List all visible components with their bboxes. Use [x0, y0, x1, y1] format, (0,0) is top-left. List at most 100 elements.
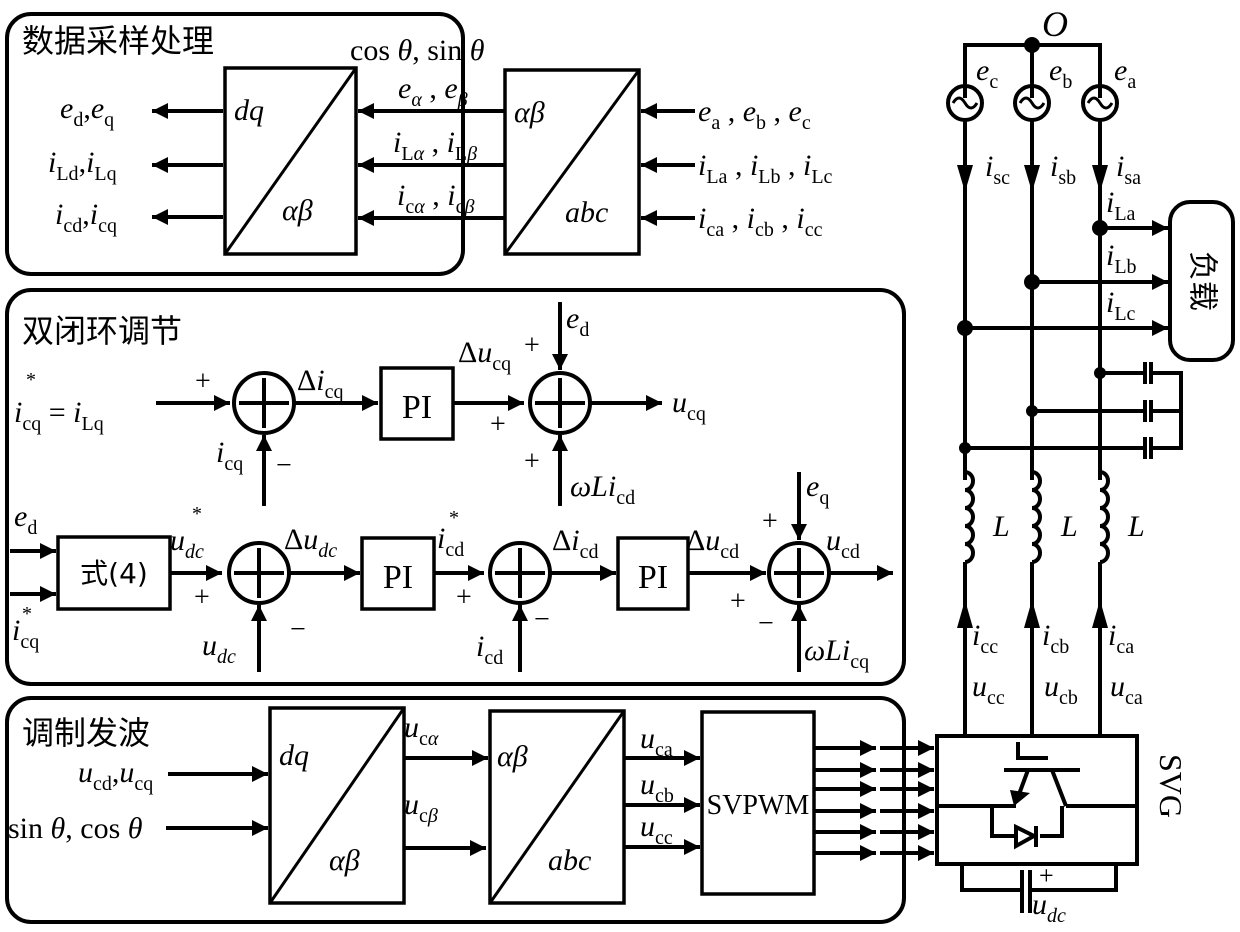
d-current-summing-junction — [488, 541, 552, 605]
d-current-pi-label: PI — [638, 559, 668, 596]
output-label-e-dq: ed,eq — [60, 92, 114, 131]
isc-arrow-icon — [957, 165, 973, 192]
d-sum3-plus-top: + — [762, 506, 778, 537]
ica-arrow-icon — [1092, 600, 1108, 628]
q-pi-output-label: Δucq — [458, 336, 511, 375]
d-current-error-label: Δicd — [552, 524, 599, 563]
q-reference-star: * — [26, 369, 36, 391]
d-sum2-plus: + — [456, 582, 472, 613]
voltage-reference-label: udc — [170, 524, 204, 563]
power-circuit: O ec eb ea isc isb isa iLa iLb iLc 负载 L … — [935, 4, 1235, 927]
clarke-block-bottom-label: abc — [565, 196, 608, 229]
d-pi-output-label: Δucd — [686, 524, 739, 563]
input-label-e-abc: ea , eb , ec — [698, 95, 811, 134]
ucb-label: ucb — [1044, 670, 1078, 709]
park-block-top-label: dq — [234, 94, 264, 127]
uca-label: uca — [1110, 670, 1143, 709]
output-label-iL-dq: iLd,iLq — [48, 146, 117, 185]
q-current-pi-block: PI — [379, 366, 455, 441]
svpwm-label: SVPWM — [707, 790, 810, 821]
source-eb-label: eb — [1049, 54, 1072, 93]
clarke-block-top-label: αβ — [514, 96, 545, 129]
d-sum3-minus: − — [758, 608, 774, 639]
isc-label: isc — [985, 150, 1010, 189]
current-reference-star: * — [449, 507, 459, 529]
d-current-pi-block: PI — [616, 536, 690, 611]
voltage-error-label: Δudc — [284, 523, 337, 562]
svg-control-diagram: 数据采样处理 cos θ, sin θ dq αβ αβ abc ea , eb… — [5, 4, 1235, 927]
icc-label: icc — [972, 619, 998, 658]
u-cb-label: ucb — [640, 768, 674, 807]
input-label-iL-abc: iLa , iLb , iLc — [698, 149, 833, 188]
diode-icon — [1014, 823, 1039, 850]
q-pi-label: PI — [402, 389, 432, 426]
q-sum1-plus: + — [195, 366, 211, 397]
u-alpha-label: ucα — [404, 711, 439, 750]
iLc-label: iLc — [1106, 286, 1136, 325]
isa-label: isa — [1116, 150, 1141, 189]
panel-double-loop-title: 双闭环调节 — [22, 312, 182, 350]
icb-arrow-icon — [1024, 600, 1040, 628]
filter-capacitors — [959, 362, 1183, 459]
voltage-feedback-label: udc — [202, 629, 236, 668]
output-label-ic-dq: icd,icq — [55, 198, 117, 237]
eq4-label: 式(4) — [80, 557, 148, 590]
q-sum1-minus: − — [276, 450, 292, 481]
q-sum2-plus-top: + — [524, 330, 540, 361]
panel-sampling-title: 数据采样处理 — [22, 22, 214, 60]
voltage-reference-star: * — [192, 503, 202, 525]
source-ea-label: ea — [1114, 54, 1136, 93]
inverse-park-block: dq αβ — [268, 706, 406, 905]
u-cc-label: ucc — [640, 810, 673, 849]
iLa-label: iLa — [1106, 186, 1136, 225]
q-voltage-summing-junction — [528, 371, 592, 435]
eq4-block: 式(4) — [56, 535, 172, 611]
park-transform-block: dq αβ — [223, 66, 358, 256]
d-sum1-minus: − — [290, 614, 306, 645]
neutral-node — [1024, 37, 1040, 53]
panel-modulation-title: 调制发波 — [22, 714, 150, 752]
inductor-a-label: L — [1127, 510, 1145, 543]
d-output-label: ucd — [826, 524, 860, 563]
converter-label: SVG — [1153, 754, 1189, 818]
inverse-clarke-top-label: αβ — [497, 740, 528, 773]
d-feedforward-bottom-label: ωLicq — [804, 634, 869, 673]
inductor-b — [1031, 470, 1042, 564]
d-current-feedback-label: icd — [476, 630, 503, 669]
park-block-bottom-label: αβ — [282, 194, 313, 227]
q-feedback-label: icq — [216, 436, 243, 475]
label-e-alpha-beta: eα , eβ — [398, 72, 468, 111]
inverse-clarke-block: αβ abc — [488, 709, 626, 905]
panel-sampling: 数据采样处理 cos θ, sin θ dq αβ αβ abc ea , eb… — [5, 12, 833, 276]
d-sum2-minus: − — [534, 604, 550, 635]
u-ca-label: uca — [640, 722, 673, 761]
q-sum2-plus-left: + — [490, 409, 506, 440]
dc-plus-sign: + — [1039, 861, 1054, 890]
isb-arrow-icon — [1024, 165, 1040, 192]
svg-converter: SVG — [935, 734, 1189, 866]
inverse-park-bottom-label: αβ — [329, 844, 360, 877]
dc-link-capacitor: + udc — [960, 861, 1118, 927]
d-sum1-plus: + — [194, 582, 210, 613]
inductor-c-label: L — [992, 510, 1010, 543]
ica-label: ica — [1108, 619, 1134, 658]
q-output-label: ucq — [672, 386, 706, 425]
q-reference-label: icq = iLq — [14, 396, 104, 435]
ucc-label: ucc — [972, 670, 1005, 709]
pwm-links-to-converter — [880, 740, 934, 861]
load-label: 负载 — [1185, 251, 1220, 311]
pwm-signal-arrows — [814, 740, 876, 861]
angle-input-label: cos θ, sin θ — [350, 34, 485, 67]
mod-input-ucd-ucq-label: ucd,ucq — [78, 756, 153, 795]
panel-modulation: 调制发波 ucd,ucq sin θ, cos θ dq αβ ucα ucβ … — [5, 696, 906, 924]
svpwm-block: SVPWM — [700, 710, 816, 896]
voltage-summing-junction — [227, 541, 291, 605]
panel-double-loop: 双闭环调节 icq = iLq * + icq − Δicq PI Δucq +… — [5, 288, 906, 686]
voltage-pi-block: PI — [360, 536, 436, 611]
q-error-label: Δicq — [297, 364, 344, 403]
inductor-c — [964, 470, 975, 564]
icc-arrow-icon — [957, 600, 973, 628]
d-sum3-plus-left: + — [730, 586, 746, 617]
neutral-label: O — [1042, 4, 1068, 44]
eq4-input-ed-label: ed — [14, 500, 37, 539]
